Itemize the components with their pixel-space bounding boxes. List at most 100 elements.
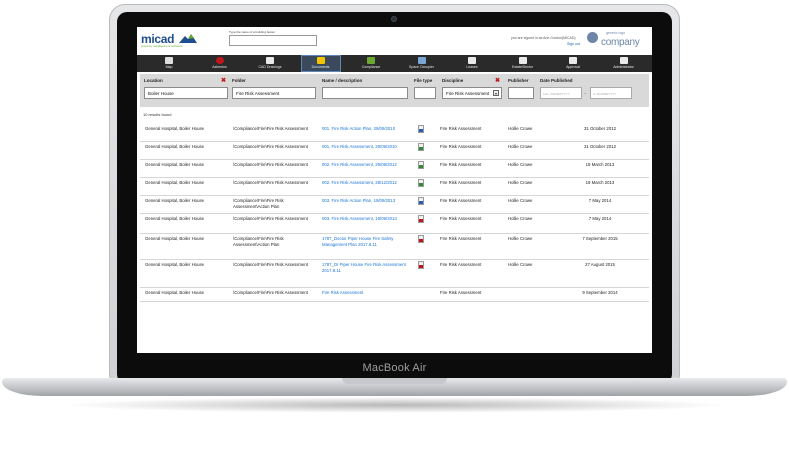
- name-description-input[interactable]: [322, 87, 408, 99]
- file-type-stripe: [419, 201, 423, 204]
- nav-item-map[interactable]: Map: [149, 55, 189, 72]
- pdf-file-icon[interactable]: [418, 235, 424, 243]
- nav-item-leases[interactable]: Leases: [452, 55, 492, 72]
- document-name-link[interactable]: 1787_Dr Piper House Fire Risk Assessment…: [322, 262, 412, 273]
- pdf-file-icon[interactable]: [418, 215, 424, 223]
- nav-item-approval[interactable]: Approval: [553, 55, 593, 72]
- word-file-icon[interactable]: [418, 125, 424, 133]
- map-icon: [165, 57, 173, 64]
- location-cell: General Hospital, Boiler House: [145, 126, 204, 131]
- discipline-select[interactable]: Fire Risk Assessment ▾: [442, 87, 502, 99]
- nav-item-cad-drawings[interactable]: CAD Drawings: [250, 55, 290, 72]
- clear-location-icon[interactable]: ✖: [221, 77, 226, 84]
- date-from-input[interactable]: from: DD/MM/YYYY: [540, 87, 582, 99]
- folder-cell: \Compliance\Fire\Fire Risk Assessment: [233, 262, 308, 267]
- discipline-cell: Fire Risk Assessment: [440, 236, 482, 241]
- document-name-link[interactable]: Fire Risk Assessment: [322, 290, 412, 296]
- folder-cell: \Compliance\Fire\Fire Risk Assessment: [233, 162, 308, 167]
- cad-drawing-icon: [266, 57, 274, 64]
- publisher-cell: Hollie Crowe: [508, 180, 533, 185]
- table-row[interactable]: General Hospital, Boiler House \Complianc…: [140, 159, 649, 178]
- nav-item-administrator[interactable]: Administrator: [604, 55, 644, 72]
- discipline-cell: Fire Risk Assessment: [440, 126, 482, 131]
- filter-filetype-label: File type: [414, 78, 433, 83]
- document-name-link[interactable]: 003. Fire Risk Assessment, 19/09/2013: [322, 216, 412, 222]
- discipline-cell: Fire Risk Assessment: [440, 162, 482, 167]
- location-cell: General Hospital, Boiler House: [145, 198, 204, 203]
- nav-item-documents[interactable]: Documents: [300, 55, 341, 72]
- file-type-stripe: [419, 219, 423, 222]
- folder-cell: \Compliance\Fire\Fire Risk Assessment: [233, 216, 308, 221]
- chevron-down-icon[interactable]: ▾: [493, 90, 499, 96]
- nav-item-space-occupier[interactable]: Space Occupier: [402, 55, 442, 72]
- building-search-input[interactable]: [229, 35, 317, 46]
- document-name-link[interactable]: 001. Fire Risk Action Plan, 29/09/2010: [322, 126, 412, 132]
- document-name-link[interactable]: 002. Fire Risk Assessment, 28/12/2012: [322, 180, 412, 186]
- filetype-input[interactable]: [414, 87, 436, 99]
- publisher-cell: Hollie Crowe: [508, 162, 533, 167]
- discipline-cell: Fire Risk Assessment: [440, 144, 482, 149]
- nav-item-label: Estate/Sector: [511, 65, 533, 69]
- micad-logo[interactable]: micad property management software: [141, 32, 197, 49]
- location-cell: General Hospital, Boiler House: [145, 180, 204, 185]
- date-published-cell: 7 May 2014: [588, 198, 612, 203]
- filter-publisher: Publisher: [506, 78, 536, 104]
- folder-cell: \Compliance\Fire\Fire Risk Assessment: [233, 126, 308, 131]
- file-type-stripe: [419, 239, 423, 242]
- clear-discipline-icon[interactable]: ✖: [495, 77, 500, 84]
- location-input[interactable]: Boiler House: [144, 87, 228, 99]
- document-name-link[interactable]: 003. Fire Risk Action Plan, 19/09/2013: [322, 198, 412, 204]
- table-row[interactable]: General Hospital, Boiler House \Complianc…: [140, 177, 649, 196]
- document-name-link[interactable]: 1787_Doctor Piper House Fire Safety Mana…: [322, 236, 412, 247]
- folder-input[interactable]: Fire Risk Assessment: [232, 87, 316, 99]
- excel-file-icon[interactable]: [418, 143, 424, 151]
- nav-item-asbestos[interactable]: Asbestos: [200, 55, 240, 72]
- discipline-cell: Fire Risk Assessment: [440, 290, 482, 295]
- table-row[interactable]: General Hospital, Boiler House \Complianc…: [140, 287, 649, 302]
- file-type-stripe: [419, 129, 423, 132]
- leases-icon: [468, 57, 476, 64]
- publisher-cell: Hollie Crowe: [508, 216, 533, 221]
- results-count: 10 results found: [143, 112, 172, 117]
- location-cell: General Hospital, Boiler House: [145, 236, 204, 241]
- document-name-link[interactable]: 002. Fire Risk Assessment, 29/09/2012: [322, 162, 412, 168]
- file-type-stripe: [419, 265, 423, 268]
- filter-discipline-label: Discipline: [442, 78, 464, 83]
- nav-item-estate-sector[interactable]: Estate/Sector: [503, 55, 543, 72]
- publisher-input[interactable]: [508, 87, 534, 99]
- nav-item-label: Space Occupier: [409, 65, 434, 69]
- date-published-cell: 31 October 2012: [583, 126, 616, 131]
- company-logo-text: company: [601, 37, 640, 48]
- sign-out-link[interactable]: Sign out: [567, 42, 580, 46]
- company-logo-caption: generic logo: [606, 31, 626, 35]
- folder-cell: \Compliance\Fire\Fire Risk Assessment\Ac…: [233, 236, 284, 247]
- table-row[interactable]: General Hospital, Boiler House \Complianc…: [140, 213, 649, 234]
- administrator-icon: [619, 57, 628, 64]
- logo-subtitle: property management software: [141, 44, 183, 48]
- folder-cell: \Compliance\Fire\Fire Risk Assessment: [233, 144, 308, 149]
- discipline-cell: Fire Risk Assessment: [440, 180, 482, 185]
- table-row[interactable]: General Hospital, Boiler House \Complianc…: [140, 259, 649, 288]
- folder-cell: \Compliance\Fire\Fire Risk Assessment: [233, 180, 308, 185]
- app-header: micad property management software Type …: [137, 27, 652, 55]
- table-row[interactable]: General Hospital, Boiler House \Complianc…: [140, 233, 649, 260]
- nav-item-label: Compliance: [361, 65, 381, 69]
- table-row[interactable]: General Hospital, Boiler House \Complianc…: [140, 195, 649, 214]
- pdf-file-icon[interactable]: [418, 261, 424, 269]
- document-name-link[interactable]: 001. Fire Risk Assessment, 29/09/2010: [322, 144, 412, 150]
- logo-mountain-icon: [179, 34, 197, 43]
- filter-filetype: File type: [412, 78, 438, 104]
- table-row[interactable]: General Hospital, Boiler House \Complianc…: [140, 123, 649, 142]
- date-to-input[interactable]: to: DD/MM/YYYY: [590, 87, 632, 99]
- word-file-icon[interactable]: [418, 197, 424, 205]
- date-range-dash: –: [584, 90, 587, 95]
- date-published-cell: 19 March 2013: [585, 162, 615, 167]
- excel-file-icon[interactable]: [418, 179, 424, 187]
- filter-name: Name / description: [320, 78, 410, 104]
- company-logo-icon: [587, 32, 598, 43]
- excel-file-icon[interactable]: [418, 161, 424, 169]
- file-type-stripe: [419, 165, 423, 168]
- nav-item-compliance[interactable]: Compliance: [351, 55, 391, 72]
- table-row[interactable]: General Hospital, Boiler House \Complianc…: [140, 141, 649, 160]
- file-type-stripe: [419, 183, 423, 186]
